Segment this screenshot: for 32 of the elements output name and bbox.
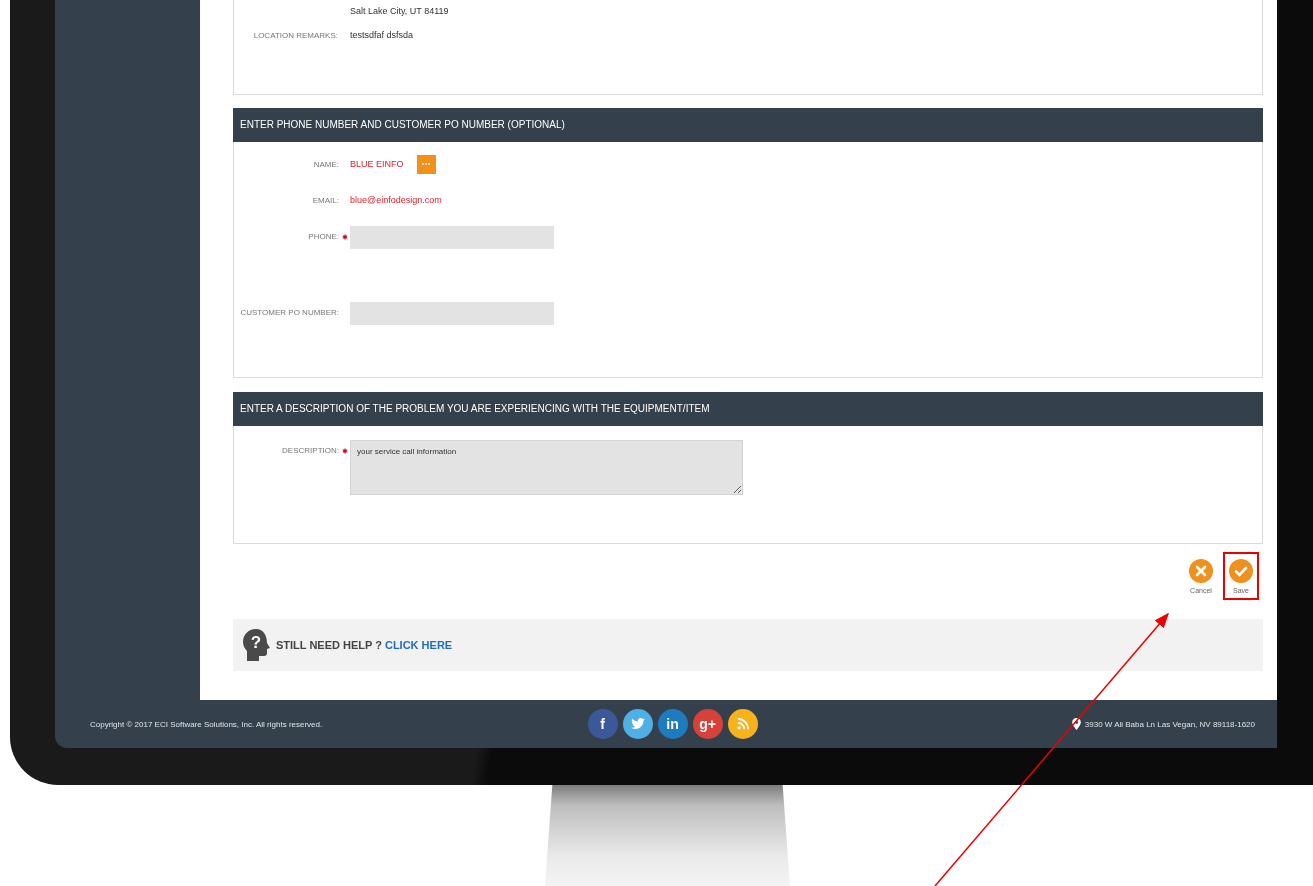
help-head-icon: ? bbox=[241, 628, 271, 662]
field-label: NAME: bbox=[313, 159, 339, 169]
check-icon bbox=[1229, 559, 1253, 583]
social-link[interactable]: f bbox=[587, 709, 618, 739]
social-link[interactable]: in bbox=[657, 709, 688, 739]
bird-link[interactable] bbox=[622, 709, 653, 739]
field-value: blue@einfodesign.com bbox=[350, 195, 442, 205]
input-field[interactable] bbox=[350, 226, 554, 249]
dots-icon bbox=[421, 162, 431, 166]
section-header: ENTER A DESCRIPTION OF THE PROBLEM YOU ARE EXPERIENCING WITH THE EQUIPMENT/ITEM bbox=[233, 392, 1263, 426]
help-text: STILL NEED HELP ? bbox=[276, 639, 382, 651]
description-field[interactable]: your service call information bbox=[350, 440, 743, 495]
field-label: PHONE: bbox=[308, 232, 339, 241]
more-button[interactable] bbox=[416, 154, 436, 174]
section-header: ENTER PHONE NUMBER AND CUSTOMER PO NUMBER (OPTIONAL) bbox=[233, 108, 1263, 142]
field-label: CUSTOMER PO NUMBER: bbox=[240, 308, 339, 317]
field-label: DESCRIPTION: bbox=[282, 446, 339, 455]
bird-icon bbox=[630, 718, 645, 730]
field-label: LOCATION REMARKS: bbox=[252, 30, 338, 40]
social-link[interactable]: g+ bbox=[692, 709, 723, 739]
address-text: Salt Lake City, UT 84119 bbox=[350, 6, 449, 16]
rss-icon bbox=[736, 718, 749, 730]
address-text: 3930 W Ali Baba Ln Las Vegan, NV 89118-1620 bbox=[1084, 719, 1255, 729]
map-pin-icon bbox=[1071, 718, 1081, 730]
remarks-text: testsdfaf dsfsda bbox=[350, 30, 414, 40]
field-label: EMAIL: bbox=[312, 195, 339, 205]
field-value: BLUE EINFO bbox=[350, 159, 404, 169]
help-link[interactable]: CLICK HERE bbox=[384, 639, 453, 651]
input-field[interactable] bbox=[350, 302, 554, 325]
close-icon bbox=[1189, 559, 1213, 583]
rss-link[interactable] bbox=[727, 709, 758, 739]
copyright-text: Copyright © 2017 ECI Software Solutions, Inc. All rights reserved. bbox=[90, 719, 324, 729]
